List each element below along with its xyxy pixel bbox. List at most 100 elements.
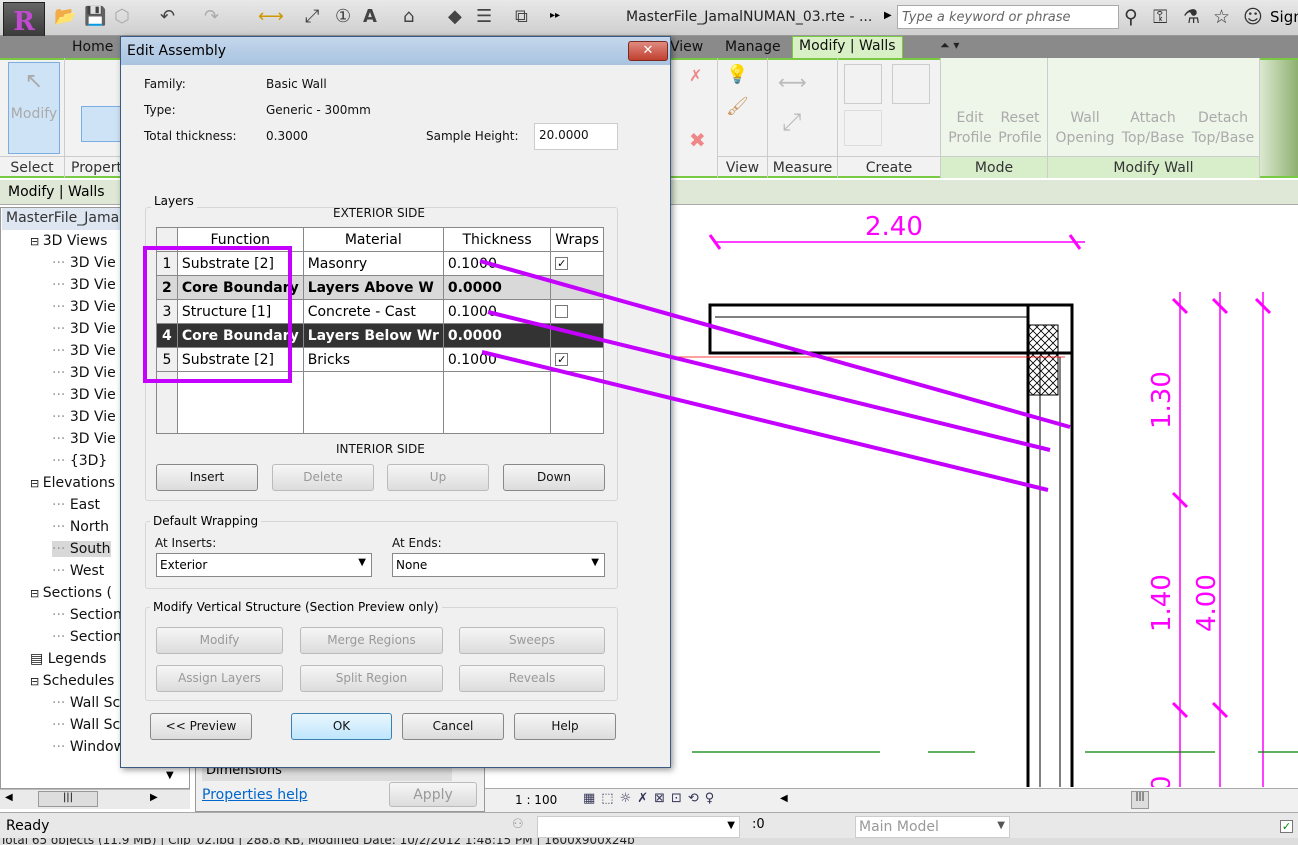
split-region-button[interactable]: Split Region xyxy=(300,665,443,692)
close-button[interactable]: ✕ xyxy=(628,41,668,61)
close-windows-icon[interactable]: ⧉ xyxy=(515,6,528,27)
up-button[interactable]: Up xyxy=(387,464,489,491)
search-input[interactable]: Type a keyword or phrase xyxy=(897,5,1119,29)
browser-item[interactable]: ··· East xyxy=(52,497,100,513)
layer-material[interactable]: Layers Above W xyxy=(302,275,444,300)
worksets-icon[interactable]: ⚇ xyxy=(512,817,524,832)
layer-row[interactable]: 4 Core Boundary Layers Below Wr 0.0000 xyxy=(156,323,604,348)
sweeps-button[interactable]: Sweeps xyxy=(459,627,605,654)
create-group-icon[interactable] xyxy=(844,110,882,146)
browser-item[interactable]: ··· North xyxy=(52,519,109,535)
layer-material[interactable]: Masonry xyxy=(302,251,444,276)
wraps-checkbox[interactable]: ✓ xyxy=(555,257,569,270)
expand-icon[interactable]: ▶ xyxy=(884,10,892,21)
layer-material[interactable]: Layers Below Wr xyxy=(302,323,444,348)
layer-row[interactable]: 1 Substrate [2] Masonry 0.1000 ✓ xyxy=(156,251,604,276)
layer-material[interactable]: Concrete - Cast xyxy=(302,299,444,324)
attach-top-base-button[interactable]: Attach Top/Base xyxy=(1118,108,1188,148)
collapse-icon[interactable]: ⊟ xyxy=(30,675,43,688)
sample-height-input[interactable]: 20.0000 xyxy=(534,123,618,150)
filter-checkbox[interactable]: ✓ xyxy=(1280,820,1293,833)
browser-item[interactable]: ··· {3D} xyxy=(52,453,107,469)
create-parts-icon[interactable] xyxy=(892,64,930,104)
browser-item[interactable]: ··· South xyxy=(52,541,111,557)
browser-item[interactable]: ··· 3D Vie xyxy=(52,321,116,337)
insert-button[interactable]: Insert xyxy=(156,464,258,491)
tab-manage[interactable]: Manage xyxy=(719,38,787,56)
lightbulb-icon[interactable]: 💡 xyxy=(726,64,748,85)
browser-item[interactable]: ⊟ Schedules xyxy=(30,673,114,689)
preview-button[interactable]: << Preview xyxy=(150,713,252,740)
undo-icon[interactable]: ↶ xyxy=(160,6,175,27)
layer-thickness[interactable]: 0.1000 xyxy=(442,347,552,372)
browser-item[interactable]: ▤ Legends xyxy=(30,651,106,667)
browser-item[interactable]: ··· 3D Vie xyxy=(52,299,116,315)
satellite-icon[interactable]: ⚗ xyxy=(1183,6,1200,28)
layer-function[interactable]: Substrate [2] xyxy=(176,251,304,276)
layer-row[interactable]: 2 Core Boundary Layers Above W 0.0000 xyxy=(156,275,604,300)
browser-item[interactable]: ··· 3D Vie xyxy=(52,343,116,359)
sync-icon[interactable]: ⬡ xyxy=(114,6,130,27)
assign-layers-button[interactable]: Assign Layers xyxy=(156,665,283,692)
layer-thickness[interactable]: 0.1000 xyxy=(442,251,552,276)
browser-item[interactable]: ··· 3D Vie xyxy=(52,365,116,381)
paint-icon[interactable]: 🖌 xyxy=(726,96,749,117)
browser-item[interactable]: ··· 3D Vie xyxy=(52,255,116,271)
open-icon[interactable]: 📂 xyxy=(54,6,76,27)
layer-function[interactable]: Core Boundary xyxy=(176,275,304,300)
apply-button[interactable]: Apply xyxy=(389,782,477,807)
down-button[interactable]: Down xyxy=(503,464,605,491)
modify-button[interactable]: Modify xyxy=(156,627,283,654)
layer-function[interactable]: Core Boundary xyxy=(176,323,304,348)
column-function[interactable]: Function xyxy=(176,227,304,252)
properties-help-link[interactable]: Properties help xyxy=(202,787,307,803)
binoculars-icon[interactable]: ⚲ xyxy=(1124,6,1138,28)
collapse-icon[interactable]: ⊟ xyxy=(30,477,43,490)
collapse-icon[interactable]: ⊟ xyxy=(30,235,43,248)
scroll-down-icon[interactable]: ▼ xyxy=(166,770,174,781)
column-wraps[interactable]: Wraps xyxy=(550,227,604,252)
cancel-button[interactable]: Cancel xyxy=(402,713,504,740)
design-option-select[interactable]: Main Model ▼ xyxy=(855,816,1010,838)
browser-item[interactable]: ··· 3D Vie xyxy=(52,387,116,403)
browser-item[interactable]: ··· Section xyxy=(52,607,122,623)
view-control-icons[interactable]: ▦⬚☼✗⊠⊡⟲♀ xyxy=(583,791,720,806)
tab-home[interactable]: Home xyxy=(66,38,119,56)
browser-item[interactable]: ⊟ Sections ( xyxy=(30,585,112,601)
edit-profile-button[interactable]: Edit Profile xyxy=(945,108,995,148)
wraps-checkbox[interactable]: ✓ xyxy=(555,353,569,366)
redo-icon[interactable]: ↷ xyxy=(204,6,219,27)
layer-thickness[interactable]: 0.1000 xyxy=(442,299,552,324)
column-thickness[interactable]: Thickness xyxy=(442,227,552,252)
at-inserts-select[interactable]: Exterior ▼ xyxy=(156,553,372,577)
scroll-left-icon[interactable]: ◀ xyxy=(780,793,788,804)
create-assembly-icon[interactable] xyxy=(844,64,882,104)
text-icon[interactable]: A xyxy=(363,6,377,27)
sign-in-link[interactable]: Sign xyxy=(1270,8,1298,26)
browser-item[interactable]: ··· 3D Vie xyxy=(52,431,116,447)
3d-view-icon[interactable]: ⌂ xyxy=(403,6,414,27)
browser-item[interactable]: ··· Section xyxy=(52,629,122,645)
layer-thickness[interactable]: 0.0000 xyxy=(442,323,552,348)
layer-row[interactable]: 5 Substrate [2] Bricks 0.1000 ✓ xyxy=(156,347,604,372)
at-ends-select[interactable]: None ▼ xyxy=(392,553,605,577)
aligned-dimension-icon[interactable]: ⤢ xyxy=(305,6,319,27)
browser-horizontal-scrollbar[interactable]: ◀ ||| ▶ xyxy=(0,789,190,809)
detach-top-base-button[interactable]: Detach Top/Base xyxy=(1188,108,1258,148)
workset-select[interactable]: ▼ xyxy=(537,816,740,838)
measure-along-icon[interactable]: ⤢ xyxy=(782,108,801,136)
browser-item[interactable]: ⊟ Elevations xyxy=(30,475,115,491)
layer-material[interactable]: Bricks xyxy=(302,347,444,372)
more-icon[interactable]: ▸▸ xyxy=(550,10,560,21)
thin-lines-icon[interactable]: ☰ xyxy=(476,6,492,27)
key-icon[interactable]: ⚿ xyxy=(1153,6,1167,28)
wall-opening-button[interactable]: Wall Opening xyxy=(1052,108,1118,148)
browser-item[interactable]: ··· 3D Vie xyxy=(52,277,116,293)
save-icon[interactable]: 💾 xyxy=(84,6,106,27)
layer-function[interactable]: Structure [1] xyxy=(176,299,304,324)
tab-modify-walls[interactable]: Modify | Walls xyxy=(792,36,903,59)
reveals-button[interactable]: Reveals xyxy=(459,665,605,692)
star-icon[interactable]: ☆ xyxy=(1213,6,1230,28)
merge-regions-button[interactable]: Merge Regions xyxy=(300,627,443,654)
measure-between-icon[interactable]: ⟷ xyxy=(778,70,807,94)
